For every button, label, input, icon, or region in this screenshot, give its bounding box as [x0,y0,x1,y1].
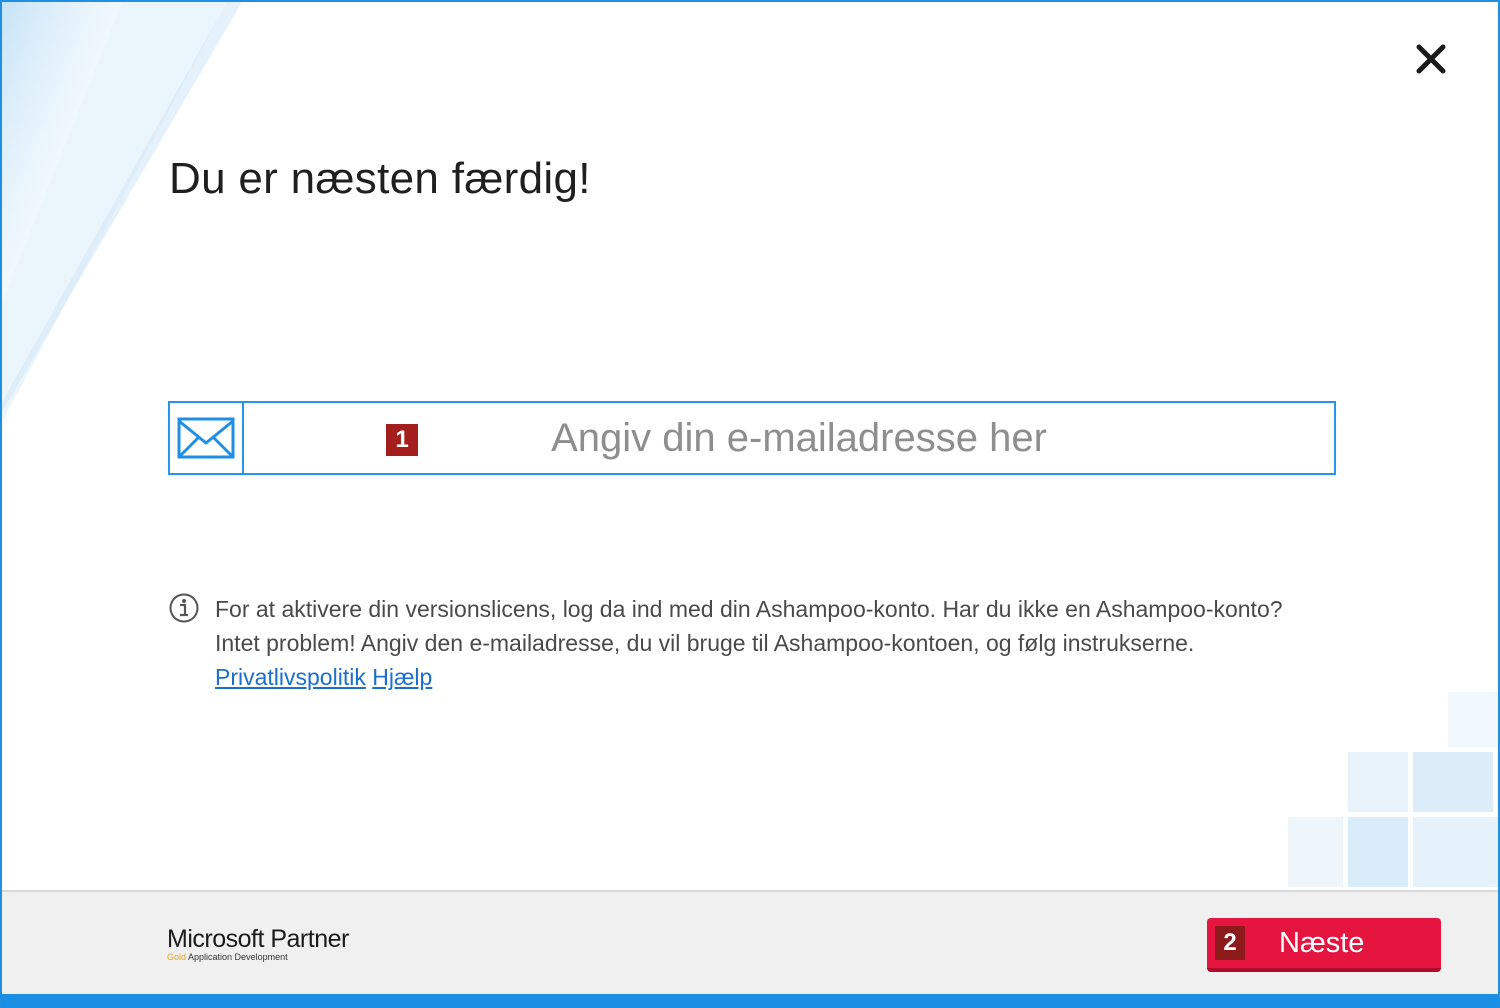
microsoft-partner-logo: Microsoft Partner Gold Application Devel… [167,926,349,962]
window-bottom-border [2,994,1498,1008]
dialog-title: Du er næsten færdig! [169,154,591,203]
step-badge-1: 1 [386,424,418,456]
partner-subtitle: Gold Application Development [167,952,349,962]
email-icon-cell [170,403,244,473]
info-icon [169,593,199,623]
info-section: For at aktivere din versionslicens, log … [168,592,1318,694]
close-icon [1416,44,1446,74]
help-link[interactable]: Hjælp [372,664,432,690]
step-badge-2: 2 [1215,926,1245,960]
next-button-label: Næste [1279,926,1365,959]
email-field-container[interactable] [168,401,1336,475]
partner-title: Microsoft Partner [167,925,349,953]
partner-competency: Application Development [188,952,288,962]
envelope-icon [177,417,235,459]
footer-bar: Microsoft Partner Gold Application Devel… [2,890,1498,996]
next-button[interactable]: 2 Næste [1207,918,1441,972]
info-text-block: For at aktivere din versionslicens, log … [215,592,1318,694]
close-button[interactable] [1406,36,1456,82]
decorative-squares [1288,692,1498,887]
privacy-policy-link[interactable]: Privatlivspolitik [215,664,366,690]
activation-dialog: Du er næsten færdig! 1 For at aktivere d… [0,0,1500,1008]
partner-gold: Gold [167,952,187,962]
decorative-streaks [2,2,242,422]
info-text: For at aktivere din versionslicens, log … [215,596,1283,656]
